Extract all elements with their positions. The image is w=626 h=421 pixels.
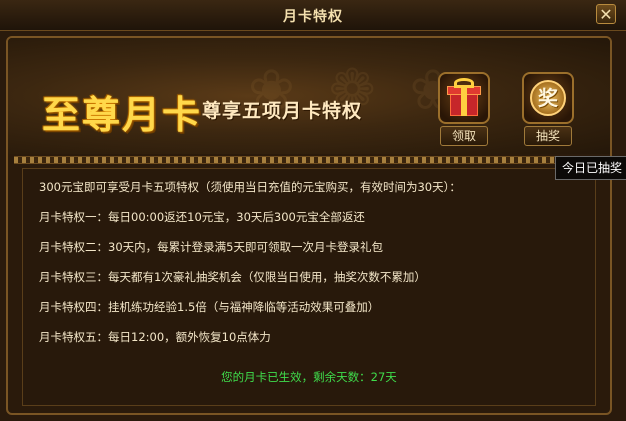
main-panel: ❀ ❁ ❀ 至尊月卡 尊享五项月卡特权 领取 奖 抽奖 300元宝即可享受月卡五… xyxy=(6,36,612,415)
privilege-3: 月卡特权三：每天都有1次豪礼抽奖机会（仅限当日使用，抽奖次数不累加） xyxy=(39,270,426,284)
draw-label: 抽奖 xyxy=(524,126,572,146)
privilege-2: 月卡特权二：30天内，每累计登录满5天即可领取一次月卡登录礼包 xyxy=(39,240,383,254)
draw-button[interactable]: 奖 抽奖 xyxy=(518,72,578,148)
close-icon: ✕ xyxy=(599,5,613,24)
month-card-window: 月卡特权 ✕ ❀ ❁ ❀ 至尊月卡 尊享五项月卡特权 领取 奖 抽奖 300元宝… xyxy=(0,0,626,421)
privilege-5: 月卡特权五：每日12:00，额外恢复10点体力 xyxy=(39,330,271,344)
window-title: 月卡特权 xyxy=(283,9,343,25)
draw-tooltip: 今日已抽奖 xyxy=(555,156,626,180)
medal-glyph: 奖 xyxy=(530,80,566,116)
close-button[interactable]: ✕ xyxy=(596,4,616,24)
status-text: 您的月卡已生效，剩余天数：27天 xyxy=(221,370,397,384)
claim-label: 领取 xyxy=(440,126,488,146)
brand-logo: 至尊月卡 xyxy=(42,92,203,137)
privileges-content: 300元宝即可享受月卡五项特权（须使用当日充值的元宝购买，有效时间为30天）： … xyxy=(22,168,596,406)
banner: ❀ ❁ ❀ 至尊月卡 尊享五项月卡特权 领取 奖 抽奖 xyxy=(8,38,610,154)
banner-subtitle: 尊享五项月卡特权 xyxy=(202,100,363,122)
lottery-medal-icon: 奖 xyxy=(522,72,574,124)
privilege-4: 月卡特权四：挂机练功经验1.5倍（与福神降临等活动效果可叠加） xyxy=(39,300,380,314)
intro-line: 300元宝即可享受月卡五项特权（须使用当日充值的元宝购买，有效时间为30天）： xyxy=(39,180,461,194)
gift-icon xyxy=(438,72,490,124)
divider xyxy=(14,156,604,164)
privilege-1: 月卡特权一：每日00:00返还10元宝，30天后300元宝全部返还 xyxy=(39,210,365,224)
title-bar: 月卡特权 ✕ xyxy=(0,0,626,31)
claim-button[interactable]: 领取 xyxy=(434,72,494,148)
